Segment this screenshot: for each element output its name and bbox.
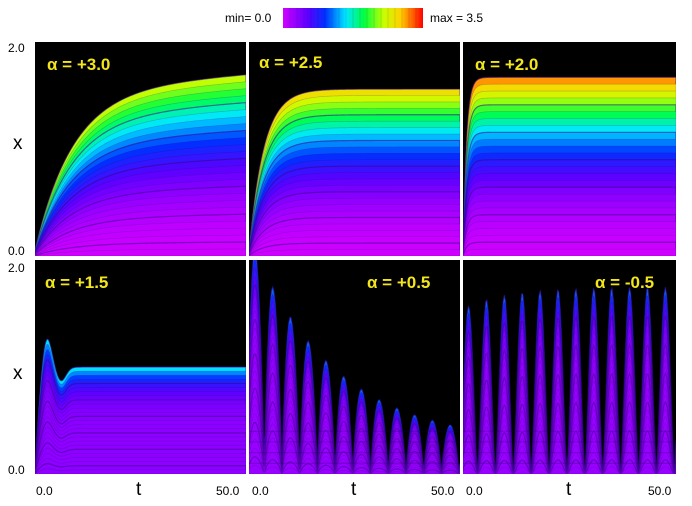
x-axis-title-col2: t — [351, 479, 357, 500]
x-axis-title-col1: t — [136, 479, 142, 500]
colorbar-min-label: min= 0.0 — [225, 11, 272, 25]
colorbar-max-label: max = 3.5 — [430, 11, 484, 25]
y-axis-title-row1: x — [13, 133, 23, 154]
panel-title: α = +1.5 — [45, 273, 108, 292]
panel-alpha-neg-0-5: α = -0.5 — [463, 260, 676, 474]
contour-band — [463, 248, 676, 256]
panel-alpha-2-0: α = +2.0 — [463, 42, 676, 256]
panel-plot — [249, 88, 460, 256]
y-tick-label-bottom-row1: 0.0 — [8, 244, 25, 258]
colorbar — [283, 8, 423, 28]
x-tick-label-end-col1: 50.0 — [216, 484, 240, 498]
panel-title: α = -0.5 — [595, 273, 654, 292]
panel-title: α = +3.0 — [47, 55, 110, 74]
x-axis-title-col3: t — [566, 479, 572, 500]
x-tick-label-start-col1: 0.0 — [36, 484, 53, 498]
panel-alpha-3-0: α = +3.0 — [35, 42, 246, 256]
x-tick-label-start-col3: 0.0 — [466, 484, 483, 498]
panel-title: α = +2.0 — [475, 55, 538, 74]
x-tick-label-end-col3: 50.0 — [648, 484, 672, 498]
panel-title: α = +0.5 — [367, 273, 430, 292]
x-tick-label-end-col2: 50.0 — [431, 484, 455, 498]
panel-alpha-1-5: α = +1.5 — [35, 260, 246, 474]
panel-alpha-2-5: α = +2.5 — [249, 42, 460, 256]
y-axis-title-row2: x — [13, 363, 23, 384]
panel-title: α = +2.5 — [259, 53, 322, 72]
panel-alpha-0-5: α = +0.5 — [249, 260, 460, 474]
x-tick-label-start-col2: 0.0 — [252, 484, 269, 498]
y-tick-label-top-row2: 2.0 — [8, 261, 25, 275]
y-tick-label-bottom-row2: 0.0 — [8, 463, 25, 477]
panel-plot — [463, 76, 676, 256]
y-tick-label-top-row1: 2.0 — [8, 41, 25, 55]
contour-band — [249, 249, 460, 256]
